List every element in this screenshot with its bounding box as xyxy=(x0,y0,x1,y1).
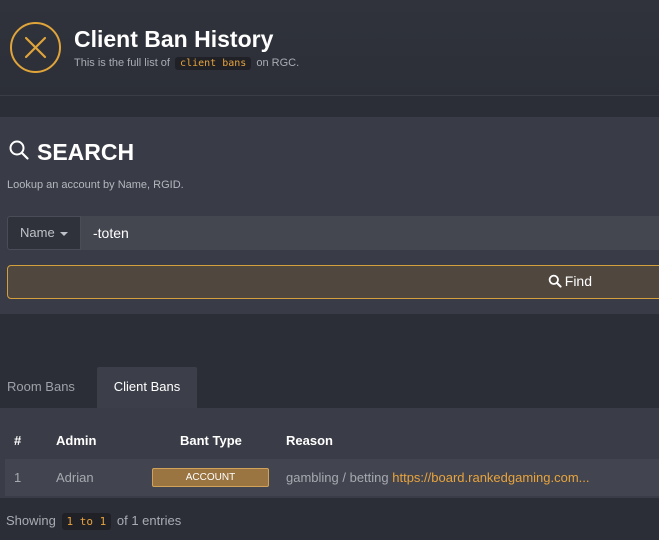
ban-tabs: Room Bans Client Bans xyxy=(0,367,659,408)
caret-down-icon xyxy=(59,231,68,236)
reason-link[interactable]: https://board.rankedgaming.com... xyxy=(392,470,589,485)
table-row: 1 Adrian ACCOUNT gambling / betting http… xyxy=(5,459,659,496)
table-info: Showing 1 to 1 of 1 entries xyxy=(6,513,182,530)
showing-prefix: Showing xyxy=(6,513,56,528)
ban-type-badge: ACCOUNT xyxy=(152,468,269,487)
find-label: Find xyxy=(564,273,592,289)
reason-text: gambling / betting xyxy=(286,470,389,485)
subtitle-suffix: on RGC. xyxy=(256,57,300,69)
column-header-reason[interactable]: Reason xyxy=(286,433,333,448)
search-icon xyxy=(548,274,562,291)
tab-room-bans[interactable]: Room Bans xyxy=(7,367,75,408)
search-description: Lookup an account by Name, RGID. xyxy=(7,179,184,191)
search-title: SEARCH xyxy=(37,139,135,165)
bans-table: # Admin Bant Type Reason 1 Adrian ACCOUN… xyxy=(0,408,659,498)
subtitle-code: client bans xyxy=(175,57,252,70)
page-title: Client Ban History xyxy=(74,26,274,52)
row-reason: gambling / betting https://board.rankedg… xyxy=(286,470,590,485)
close-circle-icon xyxy=(10,22,61,73)
row-admin: Adrian xyxy=(56,470,94,485)
column-header-ban-type[interactable]: Bant Type xyxy=(180,433,242,448)
page-subtitle: This is the full list of client bans on … xyxy=(74,57,300,70)
showing-range: 1 to 1 xyxy=(61,513,112,530)
search-type-dropdown[interactable]: Name xyxy=(7,216,81,250)
search-panel: SEARCH Lookup an account by Name, RGID. … xyxy=(0,117,659,314)
tab-client-bans[interactable]: Client Bans xyxy=(97,367,197,408)
dropdown-value: Name xyxy=(20,225,55,240)
search-icon xyxy=(8,139,30,166)
search-input[interactable] xyxy=(81,216,659,250)
subtitle-prefix: This is the full list of xyxy=(74,57,170,69)
row-number: 1 xyxy=(14,470,22,485)
column-header-number[interactable]: # xyxy=(14,433,21,448)
page-header: Client Ban History This is the full list… xyxy=(0,0,659,96)
column-header-admin[interactable]: Admin xyxy=(56,433,96,448)
showing-suffix: of 1 entries xyxy=(116,513,182,528)
find-button[interactable]: Find xyxy=(7,265,659,299)
